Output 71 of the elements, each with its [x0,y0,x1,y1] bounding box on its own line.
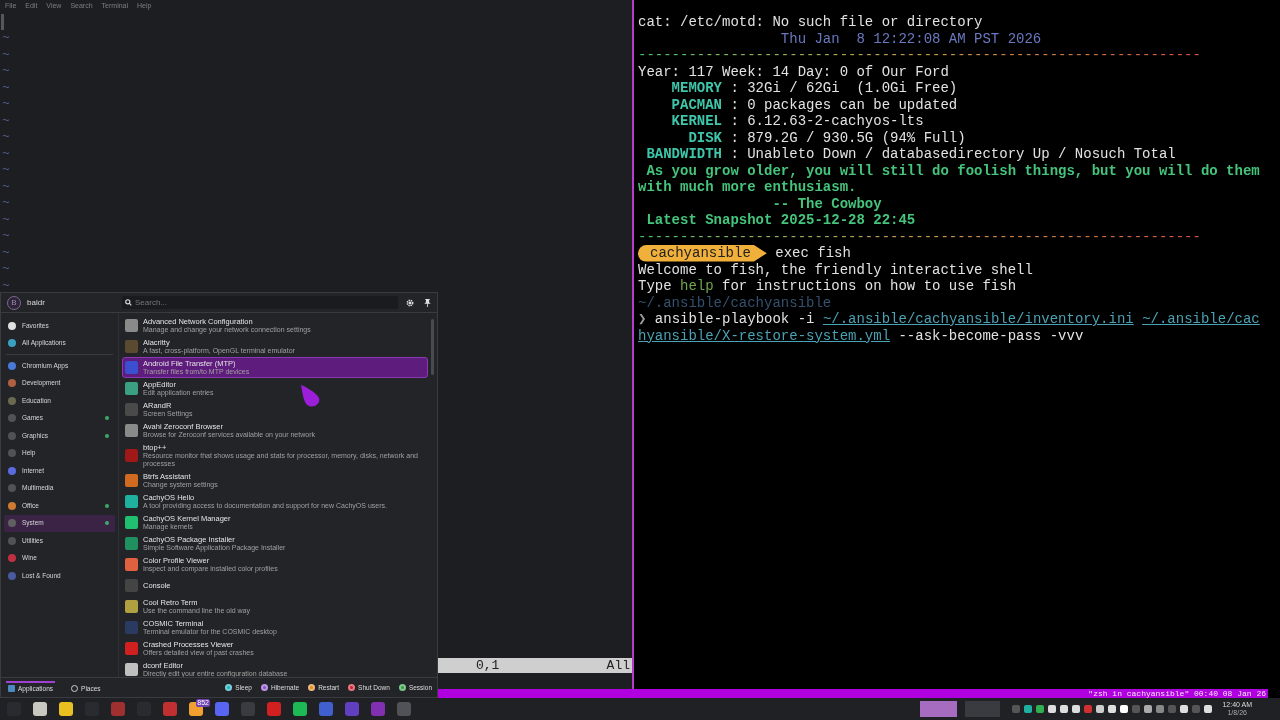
terminal-line: DISK : 879.2G / 930.5G (94% Full) [687,129,966,146]
app-icon [125,449,138,462]
app-icon [125,474,138,487]
terminal-line: with much more enthusiasm. [638,179,857,196]
terminal-line: cat: /etc/motd: No such file or directory [638,14,983,31]
status-text: "zsh in cachyansible" 00:40 08 Jan 26 [1088,689,1266,698]
taskbar-app-icon[interactable] [56,700,76,718]
user-name: baldr [27,296,46,309]
empty-line-marker: ~ [2,79,11,96]
file-path-link[interactable]: ~/.ansible/cachyansible/inventory.ini [822,311,1134,327]
empty-line-marker: ~ [2,244,11,261]
mouse-pointer-icon [300,384,321,408]
app-icon [125,495,138,508]
empty-line-marker: ~ [2,96,11,113]
app-icon [125,537,138,550]
empty-line-marker: ~ [2,129,11,146]
terminal-line: Type help for instructions on how to use fish [638,278,1017,295]
cursor-position: 0,1 [476,656,500,675]
empty-line-marker: ~ [2,211,11,228]
command-text: exec fish [774,245,851,262]
app-icon [125,319,138,332]
empty-line-marker: ~ [2,178,11,195]
empty-line-marker: ~ [2,63,11,80]
app-icon [125,558,138,571]
terminal-line: Year: 117 Week: 14 Day: 0 of Our Ford [638,63,949,80]
empty-line-marker: ~ [2,46,11,63]
app-icon [125,641,138,655]
empty-line-marker: ~ [2,277,11,294]
terminal-line: ❯ ansible-playbook -i ~/.ansible/cachyansible/inventory.ini ~/.ansible/cac [638,311,1260,328]
settings-icon[interactable] [406,298,414,307]
prompt-badge: cachyansible [638,245,767,262]
terminal-line: hyansible/X-restore-system.yml --ask-become-pass -vvv [638,327,1084,344]
empty-line-marker: ~ [2,261,11,278]
terminal-line: KERNEL : 6.12.63-2-cachyos-lts [670,113,924,130]
app-icon [125,662,138,676]
empty-line-marker: ~ [2,112,11,129]
file-path-link[interactable]: hyansible/X-restore-system.yml [638,327,891,344]
terminal-line: MEMORY : 32Gi / 62Gi (1.0Gi Free) [670,80,958,97]
terminal-line: -- The Cowboy [771,195,882,212]
text-cursor [1,14,4,30]
scrollbar-thumb[interactable] [431,319,434,375]
file-path-link[interactable]: ~/.ansible/cac [1142,311,1260,327]
empty-line-marker: ~ [2,195,11,212]
user-avatar[interactable]: B [7,295,21,310]
empty-line-marker: ~ [2,162,11,179]
empty-line-marker: ~ [2,30,11,47]
terminal-line: Thu Jan 8 12:22:08 AM PST 2026 [779,30,1042,47]
app-icon [125,578,138,592]
app-icon [125,340,138,353]
window-thumbnail[interactable] [965,701,1001,717]
terminal-line: BANDWIDTH : Unableto Down / databasedirectory Up / Nosuch Total [645,146,1176,163]
terminal-line: ~/.ansible/cachyansible [638,294,832,311]
app-icon [125,620,138,634]
search-icon [125,299,132,306]
app-icon [125,403,138,416]
app-icon [125,361,138,374]
app-icon [125,599,138,613]
terminal-line: Welcome to fish, the friendly interactive shell [638,261,1033,278]
scroll-position: All [606,656,630,675]
empty-line-marker: ~ [2,145,11,162]
taskbar-app-icon[interactable] [30,700,50,718]
terminal-line: Latest Snapshot 2025-12-28 22:45 [645,212,916,229]
terminal-line: PACMAN : 0 packages can be updated [670,96,958,113]
empty-line-marker: ~ [2,228,11,245]
terminal-line: As you grow older, you will still do foolish things, but you will do them [645,162,1260,179]
pin-icon[interactable] [424,298,431,307]
taskbar-app-icon[interactable] [290,700,310,718]
app-icon [125,516,138,529]
app-icon [125,424,138,437]
app-icon [125,382,138,395]
window-thumbnail[interactable] [920,701,958,717]
